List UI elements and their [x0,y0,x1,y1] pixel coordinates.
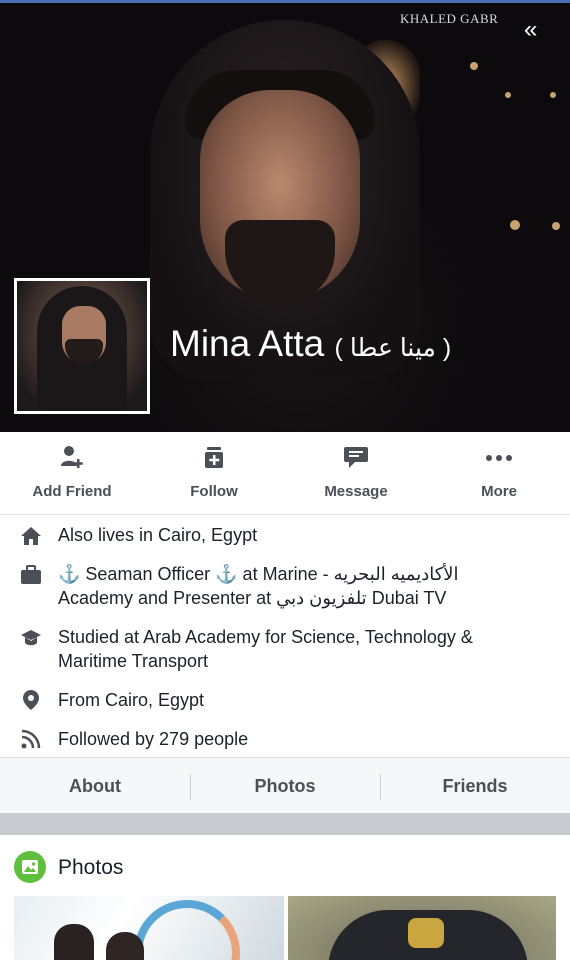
photo-thumbnail[interactable] [14,896,284,960]
follow-button[interactable]: Follow [154,444,274,500]
bokeh-light [550,92,556,98]
intro-lives-text: Also lives in Cairo, Egypt [58,525,258,545]
tab-photos[interactable]: Photos [190,758,380,813]
message-icon [344,447,368,468]
follow-label: Follow [190,483,238,500]
profile-name: Mina Atta ( مينا عطا ) [170,322,451,370]
intro-details: Also lives in Cairo, Egypt ⚓ Seaman Offi… [0,515,570,757]
message-button[interactable]: Message [296,444,416,500]
briefcase-icon [21,565,41,584]
more-icon [486,455,512,461]
message-label: Message [324,483,388,500]
tab-about[interactable]: About [0,758,190,813]
add-friend-button[interactable]: Add Friend [12,444,132,500]
add-friend-label: Add Friend [32,483,112,500]
photo-person [106,932,144,960]
intro-followers-text: Followed by 279 people [58,729,249,749]
add-friend-icon [61,446,83,468]
more-button[interactable]: More [439,444,559,500]
photos-section: Photos [0,835,570,960]
photos-icon [14,851,46,883]
top-accent-line [0,0,570,3]
rss-feed-icon [21,729,41,749]
profile-action-bar: Add Friend Follow Message More [0,432,570,515]
bokeh-light [505,92,511,98]
photo-cap-badge [408,918,444,948]
intro-from-text: From Cairo, Egypt [58,690,205,710]
graduation-cap-icon [21,630,41,646]
profile-name-text: Mina Atta [170,323,325,364]
profile-alt-name: ( مينا عطا ) [334,334,452,362]
profile-picture[interactable] [14,278,150,414]
intro-education-text: Studied at Arab Academy for Science, Tec… [58,627,473,671]
tab-friends[interactable]: Friends [380,758,570,813]
section-divider [0,813,570,835]
bokeh-light [470,62,478,70]
bokeh-light [552,222,560,230]
photo-thumbnail[interactable] [288,896,556,960]
photo-ribbon-graphic [134,900,240,960]
photos-title[interactable]: Photos [58,856,123,880]
location-pin-icon [23,690,39,710]
cover-photo[interactable]: KHALED GABR « Mina Atta ( مينا عطا ) [0,0,570,432]
follow-icon [205,447,223,468]
profile-tabs: About Photos Friends [0,757,570,814]
intro-work-text: ⚓ Seaman Officer ⚓ at Marine - الأكاديمي… [58,564,459,608]
collapse-icon[interactable]: « [524,18,538,42]
home-icon [21,527,41,545]
bokeh-light [510,220,520,230]
more-label: More [481,483,517,500]
photographer-watermark: KHALED GABR [400,11,499,26]
photo-person [54,924,94,960]
